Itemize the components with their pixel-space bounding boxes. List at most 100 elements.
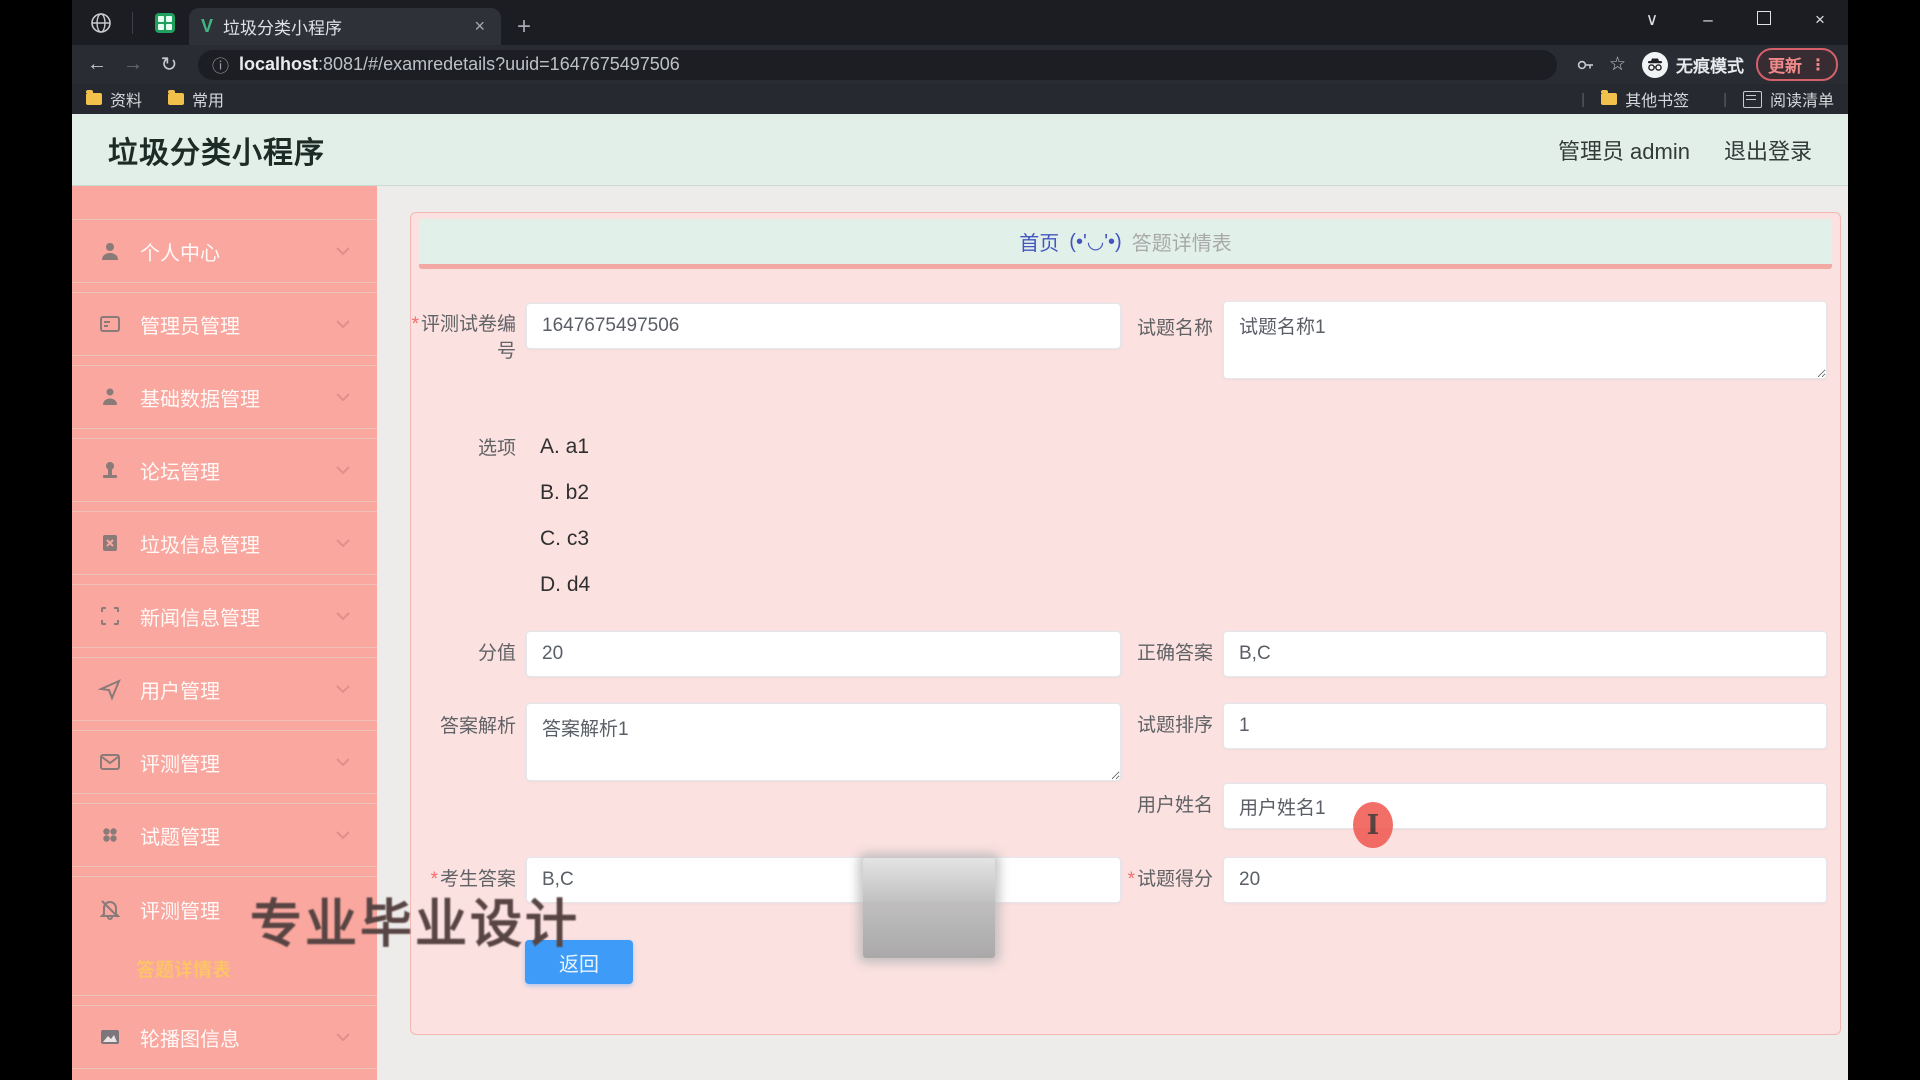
maximize-button[interactable] (1736, 10, 1792, 30)
sidebar-item-forum-management[interactable]: 论坛管理 (72, 438, 377, 502)
scan-brackets-icon (101, 607, 119, 625)
sidebar-item-evaluation-management[interactable]: 评测管理 (72, 730, 377, 794)
password-key-icon[interactable] (1575, 55, 1595, 75)
folder-icon (168, 90, 185, 105)
bookmark-folder[interactable]: 资料 (86, 87, 142, 111)
sidebar-item-basic-data[interactable]: 基础数据管理 (72, 365, 377, 429)
sidebar-item-carousel-info[interactable]: 轮播图信息 (72, 1005, 377, 1069)
other-bookmarks[interactable]: 其他书签 (1601, 87, 1689, 111)
folder-icon (86, 90, 102, 105)
user-name-input[interactable] (1223, 783, 1827, 829)
app-title: 垃圾分类小程序 (108, 136, 325, 170)
forward-icon[interactable]: → (118, 53, 148, 76)
url-path: :8081/#/examredetails?uuid=1647675497506 (318, 54, 680, 74)
browser-toolbar: ← → ↻ ⓘ localhost:8081/#/examredetails?u… (72, 45, 1848, 84)
close-window-button[interactable]: × (1792, 10, 1848, 30)
sidebar-item-personal-center[interactable]: 个人中心 (72, 219, 377, 283)
option-item: C. c3 (540, 527, 590, 550)
globe-icon[interactable] (90, 12, 112, 34)
field-question-order: 试题排序 (1129, 703, 1827, 749)
incognito-badge: 无痕模式 (1642, 51, 1744, 78)
sidebar-item-user-management[interactable]: 用户管理 (72, 657, 377, 721)
reload-icon[interactable]: ↻ (154, 52, 184, 77)
close-tab-icon[interactable]: × (470, 16, 489, 37)
divider: | (1581, 90, 1586, 108)
bookmark-folder[interactable]: 常用 (168, 87, 224, 111)
field-label: 选项 (477, 438, 516, 459)
pinned-icons (72, 0, 175, 45)
chevron-down-icon (336, 831, 350, 840)
divider: | (1723, 90, 1727, 108)
user-icon (102, 243, 118, 260)
reading-list[interactable]: 阅读清单 (1742, 87, 1834, 111)
field-user-name: 用户姓名 (1129, 783, 1827, 829)
bookmark-star-icon[interactable]: ☆ (1609, 53, 1626, 76)
mail-icon (100, 754, 120, 770)
candidate-answer-input[interactable] (526, 857, 1121, 903)
bookmark-label: 阅读清单 (1769, 93, 1834, 110)
stamp-icon (103, 462, 117, 478)
field-label: 试题排序 (1136, 715, 1213, 736)
question-name-textarea[interactable]: 试题名称1 (1223, 301, 1827, 379)
ibeam-cursor-icon: I (1366, 809, 1380, 841)
chevron-down-icon (336, 539, 350, 548)
update-button[interactable]: 更新 ⋮ (1756, 48, 1838, 81)
required-mark: * (411, 314, 419, 335)
field-label: 试题名称 (1136, 318, 1213, 339)
field-score: 分值 (411, 631, 1121, 677)
sidebar-item-label: 新闻信息管理 (140, 607, 260, 630)
blurred-region (863, 858, 995, 958)
option-item: B. b2 (540, 481, 590, 504)
sidebar-item-garbage-info[interactable]: 垃圾信息管理 (72, 511, 377, 575)
sidebar-item-news-info[interactable]: 新闻信息管理 (72, 584, 377, 648)
breadcrumb-home-link[interactable]: 首页 (1019, 227, 1059, 256)
chevron-down-icon (336, 320, 350, 329)
field-paper-no: * 评测试卷编号 (411, 303, 1121, 365)
site-info-icon[interactable]: ⓘ (212, 52, 229, 77)
sidebar-item-label: 垃圾信息管理 (140, 534, 260, 557)
incognito-icon (1642, 51, 1668, 78)
chevron-down-icon (336, 758, 350, 767)
question-order-input[interactable] (1223, 703, 1827, 749)
sidebar-item-label: 论坛管理 (140, 461, 220, 484)
bookmark-label: 其他书签 (1625, 93, 1690, 110)
sidebar-item-label: 评测管理 (140, 900, 220, 923)
breadcrumb-current: 答题详情表 (1131, 233, 1232, 255)
back-icon[interactable]: ← (82, 53, 112, 76)
correct-answer-input[interactable] (1223, 631, 1827, 677)
url-host: localhost (239, 54, 319, 74)
field-label: * 评测试卷编号 (411, 314, 516, 362)
logout-link[interactable]: 退出登录 (1724, 134, 1812, 166)
sidebar-item-admin-management[interactable]: 管理员管理 (72, 292, 377, 356)
app-header: 垃圾分类小程序 管理员 admin 退出登录 (72, 114, 1848, 186)
incognito-label: 无痕模式 (1676, 57, 1744, 76)
id-card-icon (100, 316, 120, 332)
user-badge-icon (103, 388, 117, 405)
carousel-image-icon (101, 1030, 119, 1044)
question-score-input[interactable] (1223, 857, 1827, 903)
answer-analysis-textarea[interactable]: 答案解析1 (526, 703, 1121, 781)
paper-no-input[interactable] (526, 303, 1121, 349)
new-tab-button[interactable]: + (517, 8, 531, 45)
address-bar[interactable]: ⓘ localhost:8081/#/examredetails?uuid=16… (198, 49, 1557, 80)
sidebar-item-question-management[interactable]: 试题管理 (72, 803, 377, 867)
field-answer-analysis: 答案解析 答案解析1 (411, 703, 1121, 781)
browser-tab[interactable]: V 垃圾分类小程序 × (189, 8, 501, 45)
score-input[interactable] (526, 631, 1121, 677)
folder-icon (1601, 90, 1618, 105)
field-label: * 试题得分 (1127, 869, 1213, 890)
tab-strip: V 垃圾分类小程序 × + ∨ – × (72, 0, 1848, 45)
field-label: 用户姓名 (1136, 795, 1213, 816)
field-question-score: * 试题得分 (1117, 857, 1827, 903)
required-mark: * (1127, 869, 1135, 890)
chevron-down-icon (336, 393, 350, 402)
chevron-down-icon (336, 685, 350, 694)
trash-box-icon (103, 535, 117, 551)
mouse-cursor: I (1353, 802, 1393, 848)
clover-icon (103, 828, 117, 842)
tab-search-chevron-icon[interactable]: ∨ (1624, 10, 1680, 30)
minimize-button[interactable]: – (1680, 10, 1736, 30)
sheets-extension-icon[interactable] (155, 12, 175, 33)
chrome-menu-icon[interactable]: ⋮ (1810, 55, 1826, 75)
bookmarks-bar: 资料 常用 | 其他书签 | 阅读清单 (72, 84, 1848, 114)
